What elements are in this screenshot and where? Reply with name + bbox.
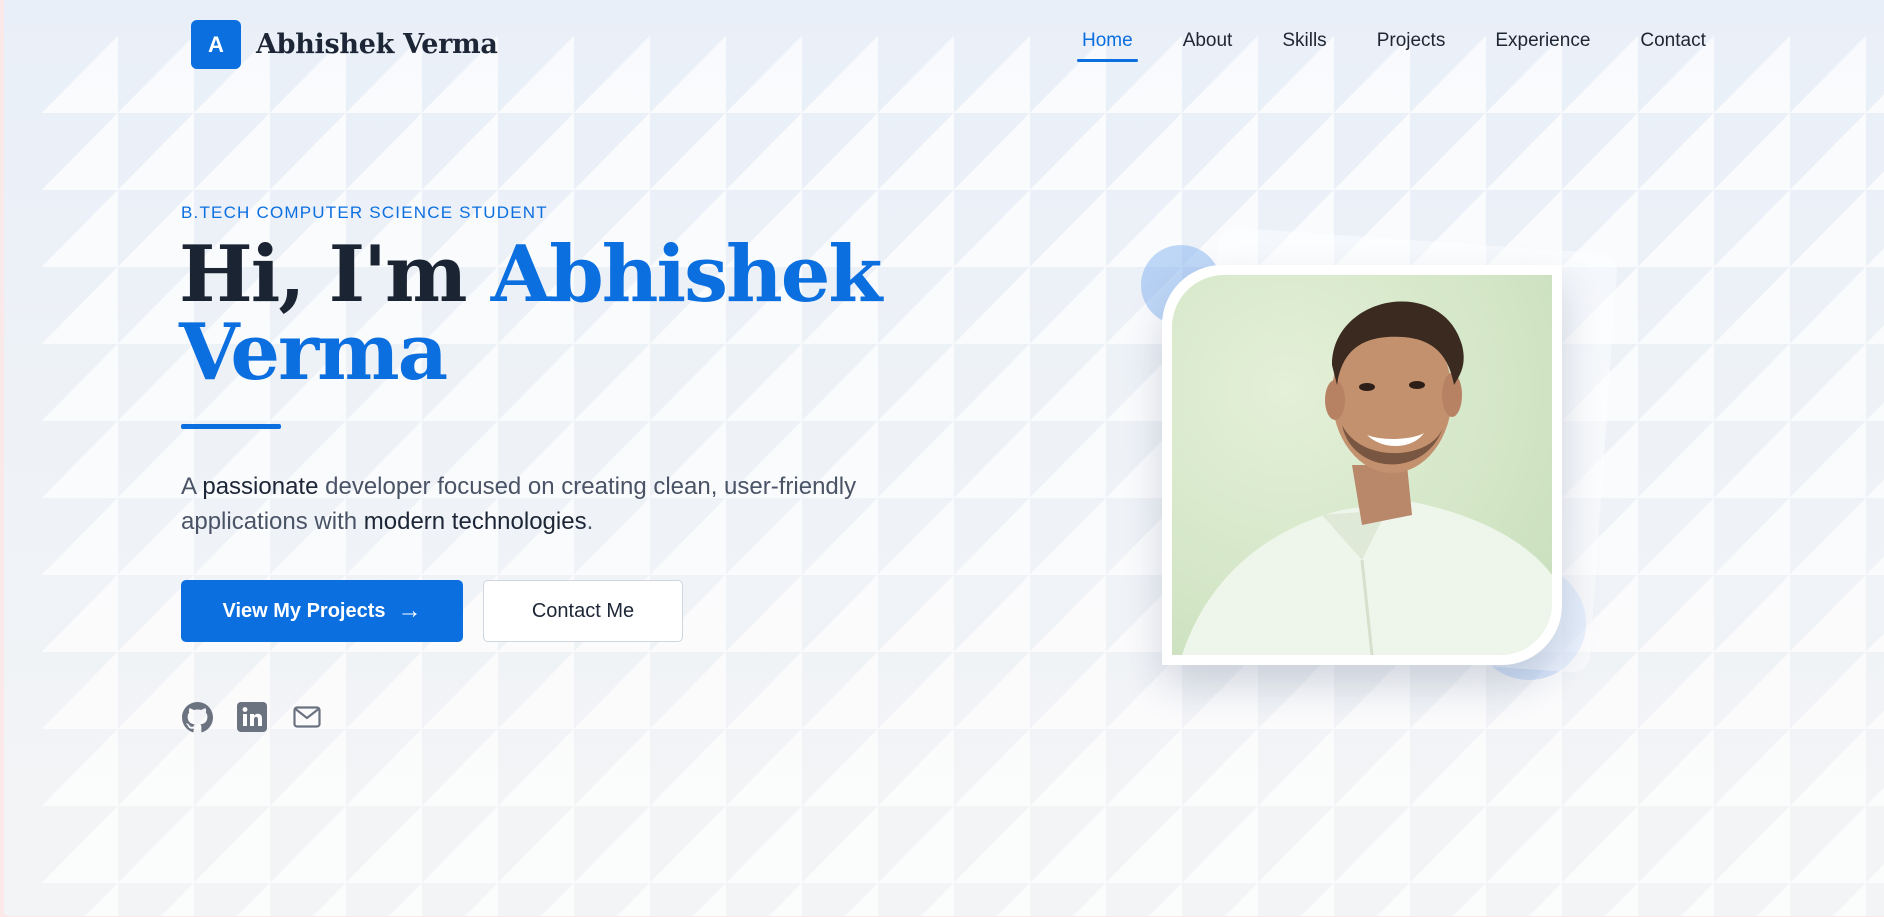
page-frame: A Abhishek Verma Home About Skills Proje…: [4, 0, 1884, 916]
hero-headline: Hi, I'm Abhishek Verma: [179, 236, 899, 392]
brand-logo: A: [191, 20, 241, 69]
nav-links: Home About Skills Projects Experience Co…: [1077, 30, 1756, 64]
headline-underline: [181, 424, 281, 429]
social-links: [181, 701, 346, 733]
nav-link-contact[interactable]: Contact: [1640, 30, 1705, 64]
lead-emphasis: modern technologies: [363, 508, 587, 535]
lead-text: .: [586, 508, 594, 535]
linkedin-icon[interactable]: [236, 701, 268, 733]
hero-eyebrow: B.TECH COMPUTER SCIENCE STUDENT: [181, 203, 548, 222]
mail-icon[interactable]: [291, 701, 323, 733]
view-projects-button[interactable]: View My Projects →: [181, 580, 463, 642]
github-icon[interactable]: [181, 701, 213, 733]
brand-name: Abhishek Verma: [256, 29, 498, 60]
nav-link-about[interactable]: About: [1183, 30, 1233, 64]
view-projects-label: View My Projects: [222, 599, 386, 622]
arrow-right-icon: →: [397, 597, 422, 624]
hero-description: A passionate developer focused on creati…: [181, 469, 901, 539]
profile-photo-frame: [1162, 265, 1562, 665]
top-navbar: A Abhishek Verma Home About Skills Proje…: [4, 0, 1884, 88]
contact-me-button[interactable]: Contact Me: [483, 580, 683, 642]
nav-link-skills[interactable]: Skills: [1282, 30, 1326, 64]
brand[interactable]: A Abhishek Verma: [191, 20, 498, 69]
nav-link-projects[interactable]: Projects: [1377, 30, 1446, 64]
profile-photo: [1172, 275, 1552, 655]
lead-emphasis: passionate: [202, 473, 319, 500]
lead-text: A: [181, 473, 203, 500]
nav-link-experience[interactable]: Experience: [1495, 30, 1590, 64]
nav-link-home[interactable]: Home: [1077, 30, 1138, 64]
